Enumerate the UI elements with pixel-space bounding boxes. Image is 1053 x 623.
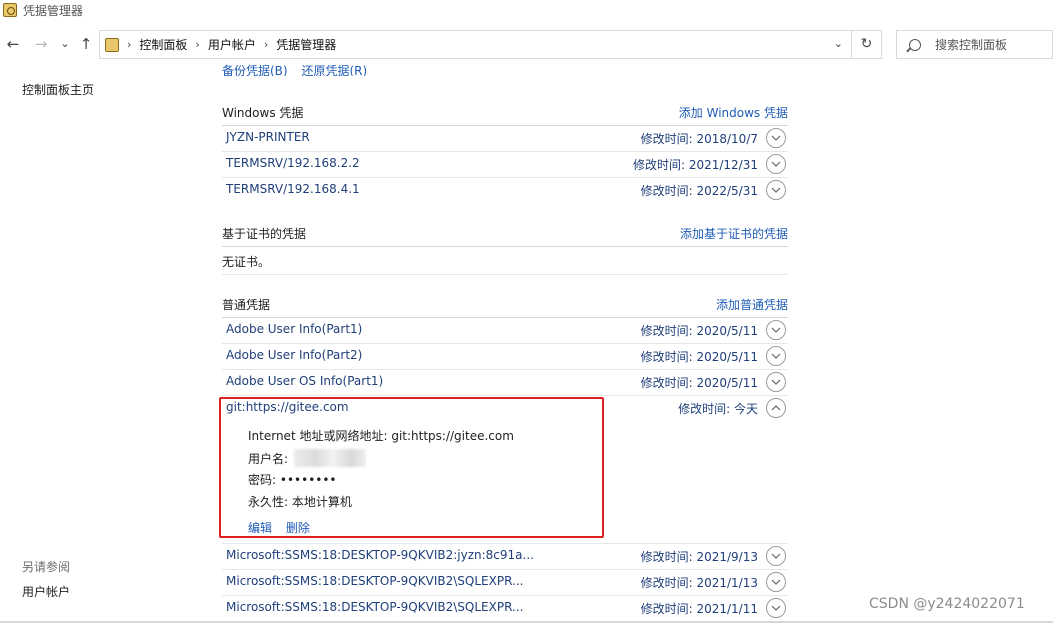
user-accounts-link[interactable]: 用户帐户	[22, 583, 70, 600]
windows-credentials-heading: Windows 凭据	[222, 106, 304, 120]
modified-date: 修改时间: 2021/12/31	[632, 158, 758, 172]
credential-row[interactable]: Adobe User Info(Part2) 修改时间: 2020/5/11	[222, 343, 788, 369]
expand-chevron-icon[interactable]	[766, 546, 786, 566]
modified-date: 修改时间: 2021/1/13	[640, 576, 758, 590]
credential-name: Microsoft:SSMS:18:DESKTOP-9QKVIB2\SQLEXP…	[226, 600, 524, 614]
navigation-bar: ← → ⌄ ↑ › 控制面板 › 用户帐户 › 凭据管理器 ⌄ ↻ 搜索控制面板	[0, 28, 1053, 60]
control-panel-home-link[interactable]: 控制面板主页	[22, 81, 94, 98]
credential-row[interactable]: TERMSRV/192.168.4.1 修改时间: 2022/5/31	[222, 177, 788, 203]
title-bar: 凭据管理器	[0, 0, 1053, 20]
chevron-right-icon[interactable]: ›	[264, 38, 268, 51]
expand-chevron-icon[interactable]	[766, 598, 786, 618]
generic-credentials-header: 普通凭据 添加普通凭据	[222, 296, 788, 314]
expand-chevron-icon[interactable]	[766, 572, 786, 592]
forward-arrow-icon[interactable]: →	[32, 34, 50, 54]
up-arrow-icon[interactable]: ↑	[77, 34, 95, 54]
highlight-box	[219, 397, 604, 538]
add-generic-credential-link[interactable]: 添加普通凭据	[716, 296, 788, 313]
expand-chevron-icon[interactable]	[766, 180, 786, 200]
window-title: 凭据管理器	[23, 3, 84, 18]
modified-date: 修改时间: 2022/5/31	[640, 184, 758, 198]
add-windows-credential-link[interactable]: 添加 Windows 凭据	[679, 104, 788, 121]
no-certificates-text: 无证书。	[222, 255, 271, 269]
breadcrumb-user-accounts[interactable]: 用户帐户	[208, 36, 256, 53]
backup-credentials-link[interactable]: 备份凭据(B)	[222, 64, 288, 76]
watermark: CSDN @y2424022071	[869, 596, 1025, 612]
search-icon	[909, 38, 921, 51]
refresh-button[interactable]: ↻	[852, 30, 882, 59]
row-divider	[222, 274, 788, 275]
modified-date: 修改时间: 2018/10/7	[640, 132, 758, 146]
credential-row[interactable]: Adobe User OS Info(Part1) 修改时间: 2020/5/1…	[222, 369, 788, 395]
credential-name: Adobe User Info(Part1)	[226, 322, 363, 336]
expand-chevron-icon[interactable]	[766, 154, 786, 174]
address-bar[interactable]: › 控制面板 › 用户帐户 › 凭据管理器 ⌄	[99, 30, 852, 59]
backup-restore-links: 备份凭据(B) 还原凭据(R)	[222, 62, 377, 76]
credential-manager-icon	[3, 3, 17, 17]
add-certificate-credential-link[interactable]: 添加基于证书的凭据	[680, 225, 788, 242]
modified-date: 修改时间: 今天	[678, 402, 758, 416]
recent-locations-chevron-icon[interactable]: ⌄	[56, 34, 74, 54]
restore-credentials-link[interactable]: 还原凭据(R)	[301, 64, 367, 76]
expand-chevron-icon[interactable]	[766, 128, 786, 148]
certificate-credentials-heading: 基于证书的凭据	[222, 227, 307, 241]
credential-row[interactable]: Microsoft:SSMS:18:DESKTOP-9QKVIB2\SQLEXP…	[222, 569, 788, 595]
chevron-right-icon[interactable]: ›	[127, 38, 131, 51]
expand-chevron-icon[interactable]	[766, 372, 786, 392]
breadcrumb-credential-manager[interactable]: 凭据管理器	[276, 36, 336, 53]
credential-name: JYZN-PRINTER	[226, 130, 310, 144]
windows-credentials-header: Windows 凭据 添加 Windows 凭据	[222, 104, 788, 122]
credential-name: Adobe User OS Info(Part1)	[226, 374, 384, 388]
expand-chevron-icon[interactable]	[766, 346, 786, 366]
breadcrumb-control-panel[interactable]: 控制面板	[139, 36, 187, 53]
modified-date: 修改时间: 2021/9/13	[640, 550, 758, 564]
credential-row[interactable]: Adobe User Info(Part1) 修改时间: 2020/5/11	[222, 317, 788, 343]
search-placeholder: 搜索控制面板	[935, 38, 1008, 52]
modified-date: 修改时间: 2020/5/11	[640, 324, 758, 338]
modified-date: 修改时间: 2021/1/11	[640, 602, 758, 616]
generic-credentials-heading: 普通凭据	[222, 298, 271, 312]
credential-row[interactable]: JYZN-PRINTER 修改时间: 2018/10/7	[222, 125, 788, 151]
credential-row[interactable]: TERMSRV/192.168.2.2 修改时间: 2021/12/31	[222, 151, 788, 177]
credential-name: Microsoft:SSMS:18:DESKTOP-9QKVIB2\SQLEXP…	[226, 574, 524, 588]
control-panel-icon	[105, 37, 119, 52]
expand-chevron-icon[interactable]	[766, 320, 786, 340]
credential-name: TERMSRV/192.168.2.2	[226, 156, 360, 170]
search-box[interactable]: 搜索控制面板	[896, 30, 1053, 59]
see-also-heading: 另请参阅	[22, 560, 71, 574]
credential-name: TERMSRV/192.168.4.1	[226, 182, 360, 196]
divider	[222, 246, 788, 247]
certificate-credentials-header: 基于证书的凭据 添加基于证书的凭据	[222, 225, 788, 243]
modified-date: 修改时间: 2020/5/11	[640, 350, 758, 364]
modified-date: 修改时间: 2020/5/11	[640, 376, 758, 390]
back-arrow-icon[interactable]: ←	[4, 34, 22, 54]
credential-row[interactable]: Microsoft:SSMS:18:DESKTOP-9QKVIB2:jyzn:8…	[222, 543, 788, 569]
credential-name: Microsoft:SSMS:18:DESKTOP-9QKVIB2:jyzn:8…	[226, 548, 534, 562]
chevron-right-icon[interactable]: ›	[195, 38, 199, 51]
collapse-chevron-icon[interactable]	[766, 398, 786, 418]
credential-name: Adobe User Info(Part2)	[226, 348, 363, 362]
address-dropdown-icon[interactable]: ⌄	[834, 37, 843, 50]
credential-row[interactable]: Microsoft:SSMS:18:DESKTOP-9QKVIB2\SQLEXP…	[222, 595, 788, 621]
